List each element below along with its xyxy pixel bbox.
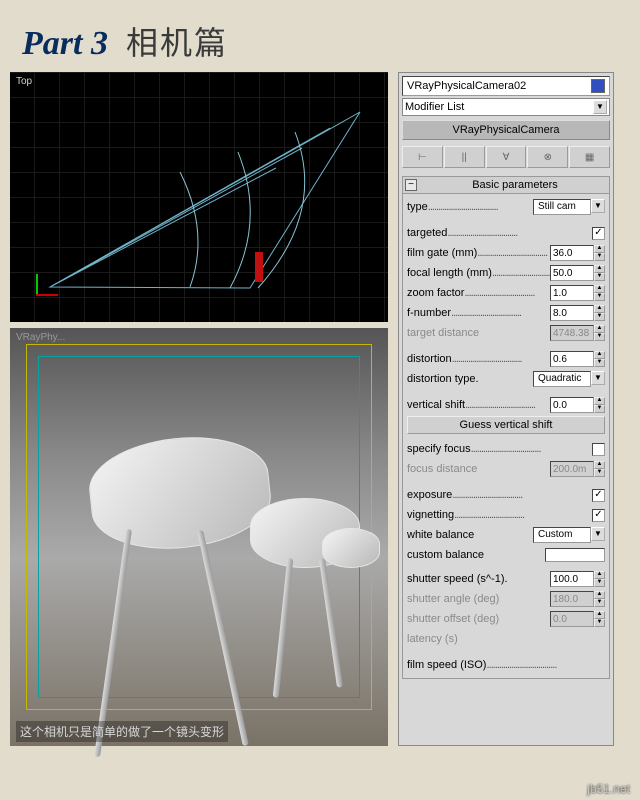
- targeted-label: targeted: [407, 227, 592, 239]
- basic-parameters-rollout: − Basic parameters typeStill cam▼ target…: [402, 176, 610, 679]
- distortion-type-dropdown[interactable]: Quadratic▼: [533, 371, 605, 387]
- shutter-angle-label: shutter angle (deg): [407, 593, 550, 605]
- film-speed-label: film speed (ISO): [407, 659, 605, 671]
- focal-length-spinner[interactable]: ▲▼: [550, 265, 605, 281]
- configure-sets-icon[interactable]: ▦: [569, 146, 610, 168]
- specify-focus-checkbox[interactable]: [592, 443, 605, 456]
- white-balance-label: white balance: [407, 529, 533, 541]
- modifier-stack-item[interactable]: VRayPhysicalCamera: [402, 120, 610, 140]
- object-color-swatch[interactable]: [591, 79, 605, 93]
- viewport-top[interactable]: Top: [10, 72, 388, 322]
- f-number-label: f-number: [407, 307, 550, 319]
- shutter-speed-spinner[interactable]: ▲▼: [550, 571, 605, 587]
- viewport-caption: 这个相机只是简单的做了一个镜头变形: [16, 721, 228, 742]
- watermark: jb51.net: [587, 782, 630, 796]
- wireframe-geometry: [10, 72, 388, 322]
- distortion-type-label: distortion type.: [407, 373, 533, 385]
- chevron-down-icon: ▼: [591, 199, 605, 213]
- guess-vertical-shift-button[interactable]: Guess vertical shift: [407, 416, 605, 434]
- exposure-label: exposure: [407, 489, 592, 501]
- modifier-list-dropdown[interactable]: Modifier List ▼: [402, 98, 610, 116]
- vertical-shift-label: vertical shift: [407, 399, 550, 411]
- target-distance-label: target distance: [407, 327, 550, 339]
- distortion-spinner[interactable]: ▲▼: [550, 351, 605, 367]
- modify-panel: VRayPhysicalCamera02 Modifier List ▼ VRa…: [398, 72, 614, 746]
- white-balance-dropdown[interactable]: Custom▼: [533, 527, 605, 543]
- targeted-checkbox[interactable]: ✓: [592, 227, 605, 240]
- shutter-offset-label: shutter offset (deg): [407, 613, 550, 625]
- distortion-label: distortion: [407, 353, 550, 365]
- custom-balance-label: custom balance: [407, 549, 545, 561]
- exposure-checkbox[interactable]: ✓: [592, 489, 605, 502]
- focal-length-label: focal length (mm): [407, 267, 550, 279]
- rollout-header[interactable]: − Basic parameters: [403, 177, 609, 194]
- page-part: Part 3: [22, 25, 108, 63]
- vertical-shift-spinner[interactable]: ▲▼: [550, 397, 605, 413]
- type-dropdown[interactable]: Still cam▼: [533, 199, 605, 215]
- chevron-down-icon: ▼: [593, 100, 607, 114]
- zoom-factor-label: zoom factor: [407, 287, 550, 299]
- viewport-camera-label: VRayPhy...: [16, 332, 65, 343]
- type-label: type: [407, 201, 533, 213]
- film-gate-label: film gate (mm): [407, 247, 550, 259]
- collapse-icon: −: [405, 179, 417, 191]
- viewport-camera[interactable]: VRayPhy... 这个相机只是简单的做了一个镜头变形: [10, 328, 388, 746]
- object-name-field[interactable]: VRayPhysicalCamera02: [402, 76, 610, 96]
- remove-modifier-icon[interactable]: ⊗: [527, 146, 568, 168]
- latency-label: latency (s): [407, 633, 605, 645]
- shutter-angle-spinner: ▲▼: [550, 591, 605, 607]
- make-unique-icon[interactable]: ∀: [486, 146, 527, 168]
- focus-distance-spinner: ▲▼: [550, 461, 605, 477]
- film-gate-spinner[interactable]: ▲▼: [550, 245, 605, 261]
- pin-stack-icon[interactable]: ⊢: [402, 146, 443, 168]
- zoom-factor-spinner[interactable]: ▲▼: [550, 285, 605, 301]
- vignetting-checkbox[interactable]: ✓: [592, 509, 605, 522]
- specify-focus-label: specify focus: [407, 443, 592, 455]
- shutter-offset-spinner: ▲▼: [550, 611, 605, 627]
- page-subtitle: 相机篇: [126, 18, 228, 64]
- target-distance-spinner: ▲▼: [550, 325, 605, 341]
- f-number-spinner[interactable]: ▲▼: [550, 305, 605, 321]
- focus-distance-label: focus distance: [407, 463, 550, 475]
- chair-render: [322, 528, 380, 568]
- shutter-speed-label: shutter speed (s^-1).: [407, 573, 550, 585]
- vignetting-label: vignetting: [407, 509, 592, 521]
- show-end-result-icon[interactable]: ||: [444, 146, 485, 168]
- axis-gizmo-icon: [36, 268, 64, 296]
- chevron-down-icon: ▼: [591, 527, 605, 541]
- chevron-down-icon: ▼: [591, 371, 605, 385]
- custom-balance-swatch[interactable]: [545, 548, 605, 562]
